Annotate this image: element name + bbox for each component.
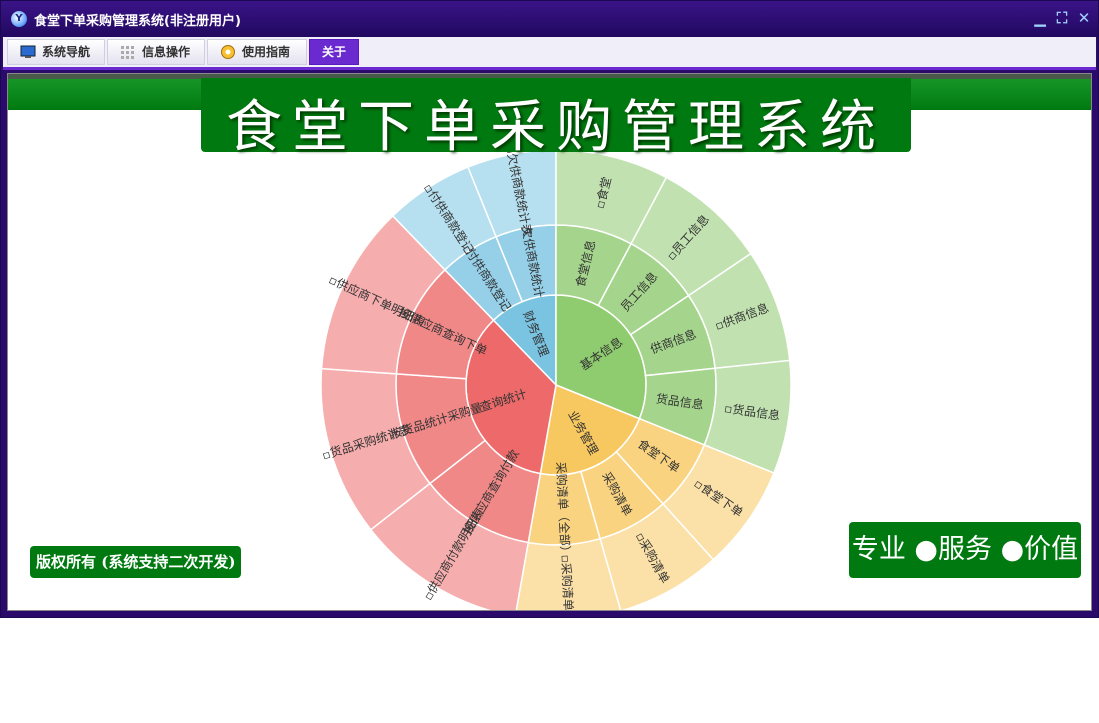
tab-user-guide[interactable]: 使用指南: [207, 39, 307, 65]
tab-label: 使用指南: [242, 45, 291, 59]
minimize-icon[interactable]: ▁: [1031, 9, 1049, 27]
system-title: 食堂下单采购管理系统: [226, 95, 886, 160]
title-banner: 食堂下单采购管理系统: [201, 78, 911, 160]
monitor-icon: [20, 45, 36, 58]
leaf-label: ▫采购清单: [558, 554, 576, 610]
guide-icon: [221, 45, 235, 59]
title-bar[interactable]: Y 食堂下单采购管理系统(非注册用户) ▁ ⛶ ✕: [1, 1, 1098, 37]
tab-label: 关于: [322, 45, 347, 59]
copyright-badge: 版权所有 (系统支持二次开发): [30, 546, 242, 578]
grid-icon: [121, 46, 134, 59]
tab-about[interactable]: 关于: [309, 39, 359, 65]
app-window: Y 食堂下单采购管理系统(非注册用户) ▁ ⛶ ✕ 系统导航 信息操作 使用指南…: [0, 0, 1099, 618]
tab-label: 系统导航: [42, 45, 91, 59]
menu-bar: 系统导航 信息操作 使用指南 关于: [3, 37, 1096, 70]
tab-label: 信息操作: [142, 45, 191, 59]
tab-info-ops[interactable]: 信息操作: [107, 39, 205, 65]
tab-system-nav[interactable]: 系统导航: [7, 39, 105, 65]
close-icon[interactable]: ✕: [1075, 9, 1093, 27]
main-content: 财务管理 付供商款登记 ▫付供商款登记 欠供商款统计 ▫欠供商款统计表 基本信息 食堂信息 ▫…: [7, 73, 1092, 611]
window-title: 食堂下单采购管理系统(非注册用户): [34, 14, 241, 29]
restore-icon[interactable]: ⛶: [1053, 9, 1071, 27]
app-logo-icon: Y: [11, 11, 27, 27]
slogan-badge: 专业 ●服务 ●价值: [849, 522, 1081, 578]
